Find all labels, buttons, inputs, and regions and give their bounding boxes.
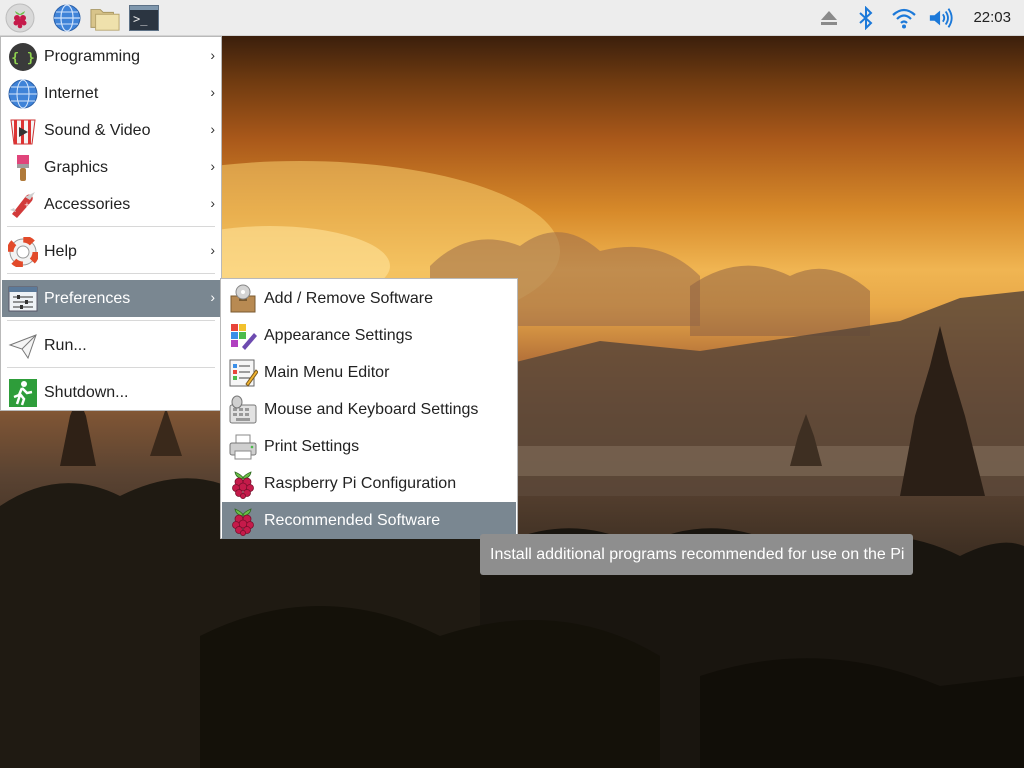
- menu-item-print-settings[interactable]: Print Settings: [222, 428, 516, 465]
- menu-item-add-remove-software[interactable]: Add / Remove Software: [222, 280, 516, 317]
- menu-item-run[interactable]: Run...: [2, 327, 220, 364]
- menu-editor-icon: [227, 357, 259, 389]
- menu-item-label: Internet: [44, 84, 99, 102]
- menu-item-shutdown[interactable]: Shutdown...: [2, 374, 220, 411]
- menu-item-label: Mouse and Keyboard Settings: [264, 400, 479, 418]
- eject-icon: [821, 11, 837, 25]
- raspberry-menu-icon: [5, 3, 35, 33]
- menu-separator: [7, 367, 215, 368]
- menu-item-label: Sound & Video: [44, 121, 151, 139]
- file-manager-button[interactable]: [90, 3, 120, 33]
- menu-item-label: Main Menu Editor: [264, 363, 390, 381]
- submenu-arrow-icon: ›: [210, 158, 215, 174]
- submenu-arrow-icon: ›: [210, 47, 215, 63]
- menu-item-label: Preferences: [44, 289, 131, 307]
- menu-item-sound-video[interactable]: Sound & Video ›: [2, 112, 220, 149]
- main-menu: { } Programming › Internet › Sound & Vid…: [0, 36, 222, 411]
- raspberry-icon: [227, 505, 259, 537]
- menu-item-label: Shutdown...: [44, 383, 129, 401]
- sound-video-icon: [7, 115, 39, 147]
- palette-icon: [227, 320, 259, 352]
- svg-text:+: +: [24, 201, 30, 209]
- mouse-keyboard-icon: [227, 394, 259, 426]
- exit-sign-icon: [7, 377, 39, 409]
- submenu-arrow-icon: ›: [210, 84, 215, 100]
- raspberry-menu-button[interactable]: [5, 3, 35, 33]
- menu-item-mouse-keyboard-settings[interactable]: Mouse and Keyboard Settings: [222, 391, 516, 428]
- menu-item-main-menu-editor[interactable]: Main Menu Editor: [222, 354, 516, 391]
- menu-item-label: Raspberry Pi Configuration: [264, 474, 457, 492]
- paper-plane-icon: [7, 330, 39, 362]
- graphics-brush-icon: [7, 152, 39, 184]
- submenu-arrow-icon: ›: [210, 121, 215, 137]
- menu-item-label: Print Settings: [264, 437, 360, 455]
- menu-separator: [7, 273, 215, 274]
- menu-item-label: Run...: [44, 336, 87, 354]
- menu-item-label: Graphics: [44, 158, 109, 176]
- printer-icon: [227, 431, 259, 463]
- programming-icon: { }: [7, 41, 39, 73]
- menu-separator: [7, 320, 215, 321]
- terminal-icon: >_: [129, 5, 159, 31]
- bluetooth-icon: [859, 6, 873, 30]
- package-icon: [227, 283, 259, 315]
- volume-icon: [929, 8, 953, 28]
- tooltip-text: Install additional programs recommended …: [490, 545, 905, 563]
- web-browser-button[interactable]: [52, 3, 82, 33]
- internet-globe-icon: [7, 78, 39, 110]
- wifi-icon: [892, 8, 916, 29]
- menu-item-preferences[interactable]: Preferences ›: [2, 280, 220, 317]
- submenu-arrow-icon: ›: [210, 289, 215, 305]
- menu-item-label: Accessories: [44, 195, 131, 213]
- preferences-submenu: Add / Remove Software Appearance Setting…: [220, 278, 518, 539]
- menu-item-label: Appearance Settings: [264, 326, 413, 344]
- submenu-arrow-icon: ›: [210, 242, 215, 258]
- web-browser-icon: [53, 4, 81, 32]
- bluetooth-button[interactable]: [853, 5, 879, 31]
- volume-button[interactable]: [928, 5, 954, 31]
- menu-item-label: Help: [44, 242, 77, 260]
- menu-item-raspberry-pi-configuration[interactable]: Raspberry Pi Configuration: [222, 465, 516, 502]
- top-panel: >_ 22:03: [0, 0, 1024, 36]
- menu-item-recommended-software[interactable]: Recommended Software: [222, 502, 516, 539]
- svg-text:{ }: { }: [11, 51, 34, 66]
- menu-item-appearance-settings[interactable]: Appearance Settings: [222, 317, 516, 354]
- lifebuoy-icon: [7, 236, 39, 268]
- wifi-button[interactable]: [891, 5, 917, 31]
- menu-item-accessories[interactable]: + Accessories ›: [2, 186, 220, 223]
- terminal-button[interactable]: >_: [129, 3, 159, 33]
- menu-item-label: Add / Remove Software: [264, 289, 433, 307]
- tooltip: Install additional programs recommended …: [480, 534, 913, 575]
- menu-item-programming[interactable]: { } Programming ›: [2, 38, 220, 75]
- clock[interactable]: 22:03: [973, 9, 1011, 26]
- raspberry-icon: [227, 468, 259, 500]
- preferences-icon: [7, 283, 39, 315]
- menu-item-label: Programming: [44, 47, 141, 65]
- menu-item-internet[interactable]: Internet ›: [2, 75, 220, 112]
- submenu-arrow-icon: ›: [210, 195, 215, 211]
- eject-button[interactable]: [816, 5, 842, 31]
- menu-item-label: Recommended Software: [264, 511, 441, 529]
- pocketknife-icon: +: [7, 189, 39, 221]
- menu-item-help[interactable]: Help ›: [2, 233, 220, 270]
- menu-item-graphics[interactable]: Graphics ›: [2, 149, 220, 186]
- menu-separator: [7, 226, 215, 227]
- file-manager-icon: [90, 9, 120, 31]
